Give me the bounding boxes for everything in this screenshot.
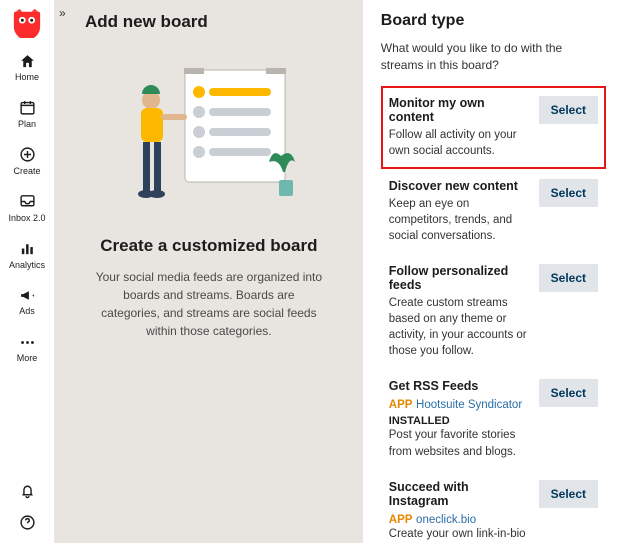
nav-label: Home bbox=[15, 73, 39, 83]
plus-circle-icon bbox=[18, 146, 36, 164]
select-button[interactable]: Select bbox=[539, 379, 598, 407]
board-type-title: Board type bbox=[381, 12, 606, 30]
select-button[interactable]: Select bbox=[539, 264, 598, 292]
option-title: Succeed with Instagram bbox=[389, 480, 531, 508]
board-type-options: Monitor my own content Follow all activit… bbox=[381, 86, 606, 543]
sidebar: Home Plan Create Inbox 2.0 Analytics Ads… bbox=[0, 0, 55, 543]
app-label: APP bbox=[389, 514, 413, 526]
option-title: Follow personalized feeds bbox=[389, 264, 531, 292]
nav-label: Ads bbox=[19, 307, 35, 317]
customized-board-desc: Your social media feeds are organized in… bbox=[85, 268, 333, 340]
option-text: Discover new content Keep an eye on compe… bbox=[389, 179, 531, 244]
board-type-subtitle: What would you like to do with the strea… bbox=[381, 40, 606, 74]
board-type-option: Discover new content Keep an eye on compe… bbox=[381, 169, 606, 254]
nav-analytics[interactable]: Analytics bbox=[0, 232, 54, 279]
nav-create[interactable]: Create bbox=[0, 138, 54, 185]
calendar-icon bbox=[18, 99, 36, 117]
help-icon[interactable] bbox=[18, 513, 36, 531]
app-label: APP bbox=[389, 399, 413, 411]
bell-icon[interactable] bbox=[18, 481, 36, 499]
logo-icon bbox=[12, 8, 42, 38]
nav-label: Inbox 2.0 bbox=[8, 214, 45, 224]
nav-label: Create bbox=[13, 167, 40, 177]
home-icon bbox=[18, 52, 36, 70]
option-title: Discover new content bbox=[389, 179, 531, 193]
option-title: Monitor my own content bbox=[389, 96, 531, 124]
board-type-option: Monitor my own content Follow all activit… bbox=[381, 86, 606, 169]
more-icon bbox=[18, 333, 36, 351]
option-desc: Post your favorite stories from websites… bbox=[389, 427, 531, 459]
app-name: Hootsuite Syndicator bbox=[416, 399, 522, 411]
option-app: APP oneclick.bio bbox=[389, 511, 531, 526]
customized-board-title: Create a customized board bbox=[85, 236, 333, 256]
option-desc: Keep an eye on competitors, trends, and … bbox=[389, 196, 531, 244]
board-type-panel: Board type What would you like to do wit… bbox=[363, 0, 620, 543]
illustration bbox=[85, 62, 333, 212]
app-name: oneclick.bio bbox=[416, 514, 476, 526]
board-type-option: Follow personalized feeds Create custom s… bbox=[381, 254, 606, 369]
inbox-icon bbox=[18, 193, 36, 211]
nav-plan[interactable]: Plan bbox=[0, 91, 54, 138]
page-title: Add new board bbox=[85, 0, 333, 62]
option-desc: Create custom streams based on any theme… bbox=[389, 295, 531, 359]
nav-label: More bbox=[17, 354, 38, 364]
nav-more[interactable]: More bbox=[0, 325, 54, 372]
option-text: Follow personalized feeds Create custom s… bbox=[389, 264, 531, 359]
option-desc: Follow all activity on your own social a… bbox=[389, 127, 531, 159]
left-panel: » Add new board Create a customized boar bbox=[55, 0, 363, 543]
option-text: Succeed with Instagram APP oneclick.bioCr… bbox=[389, 480, 531, 543]
option-text: Monitor my own content Follow all activit… bbox=[389, 96, 531, 159]
main-content: » Add new board Create a customized boar bbox=[55, 0, 620, 543]
option-desc: Create your own link-in-bio for Instagra… bbox=[389, 526, 531, 543]
nav-home[interactable]: Home bbox=[0, 44, 54, 91]
bottom-icons bbox=[18, 481, 36, 543]
nav-label: Plan bbox=[18, 120, 36, 130]
nav-label: Analytics bbox=[9, 261, 45, 271]
option-text: Get RSS Feeds APP Hootsuite Syndicator INS… bbox=[389, 379, 531, 459]
megaphone-icon bbox=[18, 286, 36, 304]
nav-inbox[interactable]: Inbox 2.0 bbox=[0, 185, 54, 232]
board-type-option: Get RSS Feeds APP Hootsuite Syndicator INS… bbox=[381, 369, 606, 469]
board-type-option: Succeed with Instagram APP oneclick.bioCr… bbox=[381, 470, 606, 543]
installed-badge: INSTALLED bbox=[389, 415, 531, 427]
nav-ads[interactable]: Ads bbox=[0, 278, 54, 325]
option-title: Get RSS Feeds bbox=[389, 379, 531, 393]
select-button[interactable]: Select bbox=[539, 96, 598, 124]
analytics-icon bbox=[18, 240, 36, 258]
select-button[interactable]: Select bbox=[539, 480, 598, 508]
select-button[interactable]: Select bbox=[539, 179, 598, 207]
collapse-icon[interactable]: » bbox=[59, 6, 66, 20]
option-app: APP Hootsuite Syndicator bbox=[389, 396, 531, 411]
